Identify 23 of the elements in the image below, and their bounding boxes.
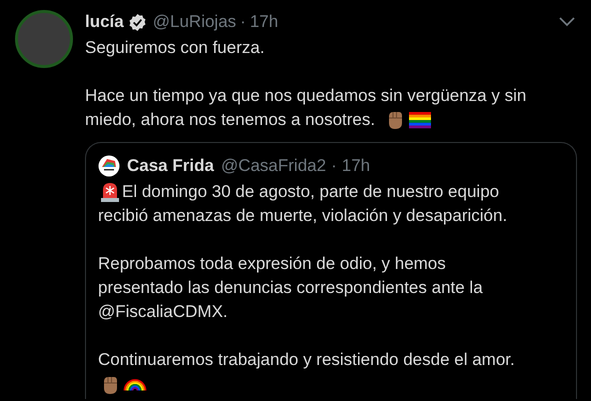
author-name[interactable]: lucía xyxy=(85,9,124,35)
quoted-tweet-card[interactable] xyxy=(85,142,577,399)
tweet-text: Hace un tiempo ya que nos quedamos sin vergüenza y sin xyxy=(85,85,526,107)
tweet-text: El domingo 30 de agosto, parte de nuestro equipo xyxy=(122,181,500,203)
separator-dot: · xyxy=(240,11,246,34)
tweet-text: Reprobamos toda expresión de odio, y hemos xyxy=(98,253,446,275)
tweet-text: recibió amenazas de muerte, violación y desaparición. xyxy=(98,205,508,227)
rainbow-flag-icon xyxy=(408,109,432,131)
tweet-text: presentado las denuncias correspondientes ante la xyxy=(98,277,483,299)
timestamp[interactable]: 17h xyxy=(342,153,370,179)
timestamp[interactable]: 17h xyxy=(250,9,278,35)
chevron-down-icon[interactable] xyxy=(559,17,575,27)
tweet-text: miedo, ahora nos tenemos a nosotres. xyxy=(85,109,376,131)
separator-dot: · xyxy=(331,155,337,178)
rainbow-icon xyxy=(123,379,147,391)
author-handle[interactable]: @LuRiojas xyxy=(152,9,236,35)
tweet-text: @FiscaliaCDMX. xyxy=(98,301,228,323)
tweet-text: Seguiremos con fuerza. xyxy=(85,37,265,59)
siren-light-icon xyxy=(99,181,121,203)
author-handle[interactable]: @CasaFrida2 xyxy=(220,153,326,179)
rainbow-logo-icon xyxy=(98,155,120,177)
tweet-text: Continuaremos trabajando y resistiendo desde el amor. xyxy=(98,349,515,371)
author-name[interactable]: Casa Frida xyxy=(127,153,214,179)
